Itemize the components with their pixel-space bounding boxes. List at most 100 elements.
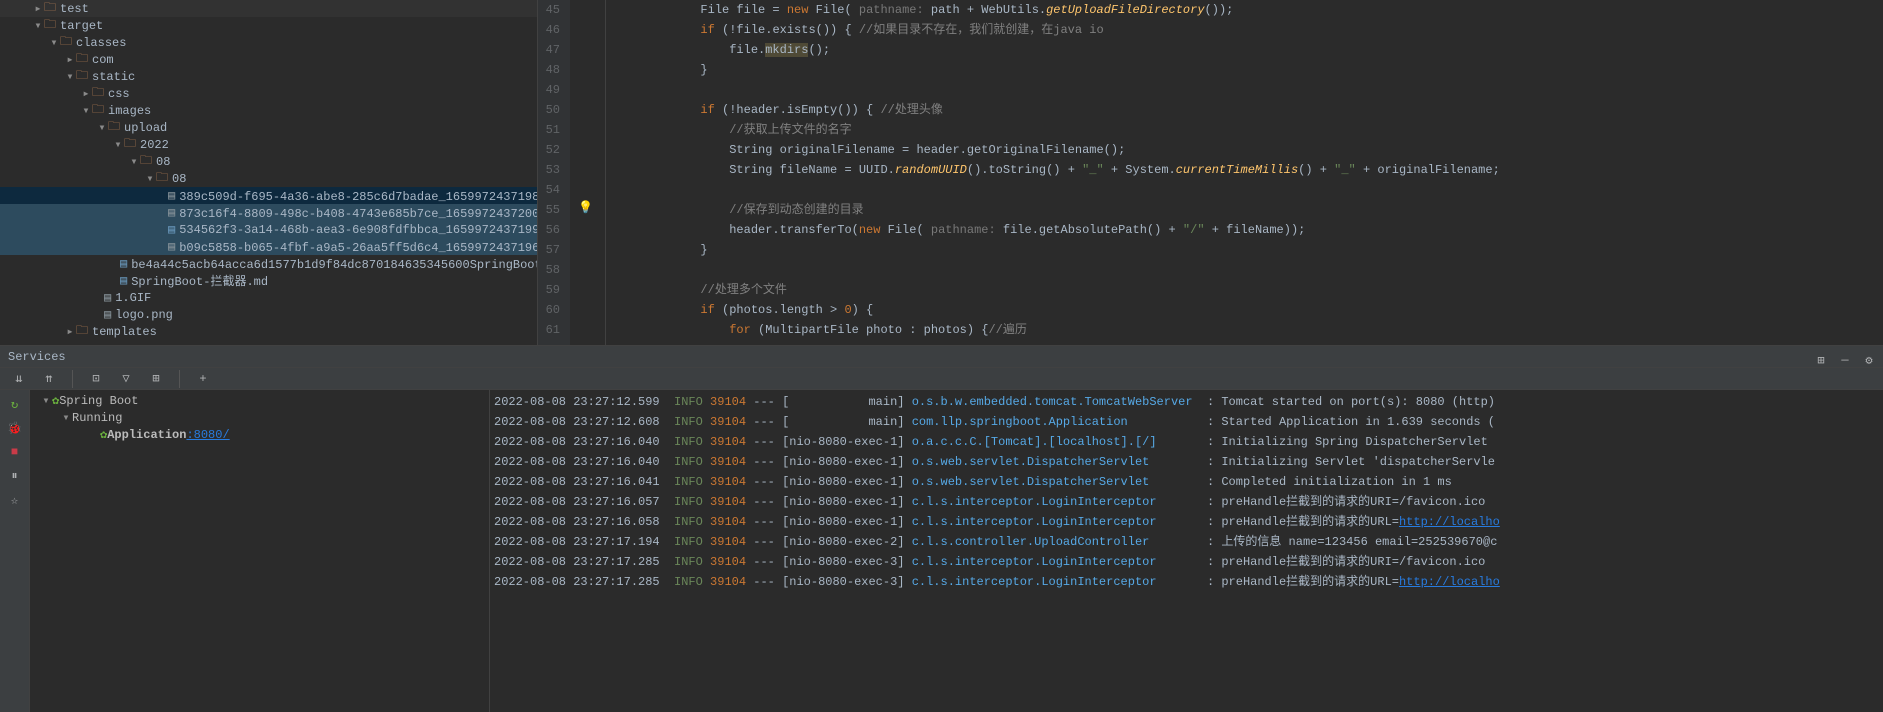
tree-label: b09c5858-b065-4fbf-a9a5-26aa5ff5d6c4_165…	[179, 238, 538, 255]
tree-folder-static[interactable]: 🗀static	[0, 68, 537, 85]
lightbulb-icon[interactable]: 💡	[578, 200, 593, 215]
tree-folder-css[interactable]: 🗀css	[0, 85, 537, 102]
image-icon: ▤	[104, 307, 111, 322]
markdown-icon: ▤	[120, 256, 127, 271]
chevron-down-icon	[128, 154, 140, 169]
chevron-down-icon	[60, 410, 72, 425]
folder-icon: 🗀	[156, 168, 168, 189]
grid-icon[interactable]: ⊞	[145, 368, 167, 390]
chevron-down-icon	[64, 69, 76, 84]
services-tree[interactable]: ✿ Spring Boot Running ✿ Application :808…	[30, 390, 490, 712]
tree-label: logo.png	[115, 308, 173, 322]
tree-label: SpringBoot-拦截器.md	[131, 272, 268, 289]
folder-icon: 🗀	[92, 100, 104, 121]
tree-label: com	[92, 53, 114, 67]
services-header: Services ⊞ — ⚙	[0, 346, 1883, 368]
chevron-down-icon	[40, 393, 52, 408]
file-icon: ▤	[168, 239, 175, 254]
tree-folder-images[interactable]: 🗀 images	[0, 102, 537, 119]
chevron-right-icon	[32, 1, 44, 16]
collapse-all-icon[interactable]: ⇈	[38, 368, 60, 390]
rerun-icon[interactable]: ↻	[5, 394, 25, 414]
group-icon[interactable]: ⊡	[85, 368, 107, 390]
hide-icon[interactable]: —	[1835, 350, 1855, 370]
favorite-icon[interactable]: ☆	[5, 490, 25, 510]
tree-label: templates	[92, 325, 157, 339]
tree-label: classes	[76, 36, 126, 50]
tree-folder-templates[interactable]: 🗀 templates	[0, 323, 537, 340]
tree-label: target	[60, 19, 103, 33]
tree-folder-08-day[interactable]: 🗀 08	[0, 170, 537, 187]
stop-icon[interactable]: ■	[5, 442, 25, 462]
fold-column[interactable]: 💡	[570, 0, 606, 345]
console-log[interactable]: 2022-08-08 23:27:12.599 INFO 39104 --- […	[490, 390, 1883, 594]
folder-icon: 🗀	[108, 117, 120, 138]
spring-icon: ✿	[52, 393, 59, 408]
code-content[interactable]: File file = new File( pathname: path + W…	[606, 0, 1883, 345]
chevron-right-icon	[64, 52, 76, 67]
chevron-down-icon	[48, 35, 60, 50]
pause-icon[interactable]: ⏸	[5, 466, 25, 486]
line-gutter: 45 46 47 48 49 50 51 52 53 54 55 56 57 5…	[538, 0, 570, 345]
settings-icon[interactable]: ⊞	[1811, 350, 1831, 370]
chevron-right-icon	[64, 324, 76, 339]
console-area: Debugger ▶Console ⊹Endpoints ↷ ↓ ⇓ ↑ ↪ ▦…	[490, 390, 1883, 712]
chevron-down-icon	[80, 103, 92, 118]
tree-file-5[interactable]: ▤ be4a44c5acb64acca6d1577b1d9f84dc8701846…	[0, 255, 537, 272]
services-action-toolbar: ↻ 🐞 ■ ⏸ ☆	[0, 390, 30, 712]
services-title: Services	[8, 350, 66, 364]
tree-label: 534562f3-3a14-468b-aea3-6e908fdfbbca_165…	[179, 223, 538, 237]
tree-label: 08	[156, 155, 170, 169]
folder-icon: 🗀	[140, 151, 152, 172]
project-tree[interactable]: 🗀test 🗀target 🗀classes 🗀com 🗀static 🗀css…	[0, 0, 538, 345]
gear-icon[interactable]: ⚙	[1859, 350, 1879, 370]
spring-icon: ✿	[100, 427, 107, 442]
markdown-icon: ▤	[168, 222, 175, 237]
services-toolbar-row: ⇊ ⇈ ⊡ ▽ ⊞ +	[0, 368, 1883, 390]
chevron-down-icon	[144, 171, 156, 186]
image-icon: ▤	[104, 290, 111, 305]
tree-label: images	[108, 104, 151, 118]
expand-all-icon[interactable]: ⇊	[8, 368, 30, 390]
tree-label: test	[60, 2, 89, 16]
filter-icon[interactable]: ▽	[115, 368, 137, 390]
tree-file-gif[interactable]: ▤ 1.GIF	[0, 289, 537, 306]
tree-label: 2022	[140, 138, 169, 152]
tree-file-6[interactable]: ▤ SpringBoot-拦截器.md	[0, 272, 537, 289]
add-icon[interactable]: +	[192, 368, 214, 390]
tree-file-4[interactable]: ▤ b09c5858-b065-4fbf-a9a5-26aa5ff5d6c4_16…	[0, 238, 537, 255]
service-application[interactable]: ✿ Application :8080/	[30, 426, 489, 443]
folder-icon: 🗀	[76, 66, 88, 87]
code-editor[interactable]: 45 46 47 48 49 50 51 52 53 54 55 56 57 5…	[538, 0, 1883, 345]
tree-file-1[interactable]: ▤ 389c509d-f695-4a36-abe8-285c6d7badae_16…	[0, 187, 537, 204]
tree-label: 389c509d-f695-4a36-abe8-285c6d7badae_165…	[179, 187, 538, 204]
service-spring-boot[interactable]: ✿ Spring Boot	[30, 392, 489, 409]
tree-folder-08[interactable]: 🗀 08	[0, 153, 537, 170]
file-icon: ▤	[168, 205, 175, 220]
tree-label: be4a44c5acb64acca6d1577b1d9f84dc87018463…	[131, 255, 538, 272]
tree-folder-test[interactable]: 🗀test	[0, 0, 537, 17]
chevron-down-icon	[112, 137, 124, 152]
file-icon: ▤	[168, 188, 175, 203]
chevron-right-icon	[80, 86, 92, 101]
debug-icon[interactable]: 🐞	[5, 418, 25, 438]
folder-icon: 🗀	[76, 321, 88, 342]
folder-icon: 🗀	[60, 32, 72, 53]
tree-file-3[interactable]: ▤ 534562f3-3a14-468b-aea3-6e908fdfbbca_16…	[0, 221, 537, 238]
tree-label: 1.GIF	[115, 291, 151, 305]
app-port-link[interactable]: :8080/	[186, 428, 229, 442]
tree-folder-2022[interactable]: 🗀2022	[0, 136, 537, 153]
tree-folder-target[interactable]: 🗀 target	[0, 17, 537, 34]
services-panel: Services ⊞ — ⚙ ⇊ ⇈ ⊡ ▽ ⊞ + ↻ 🐞 ■ ⏸ ☆ ✿ S…	[0, 345, 1883, 712]
markdown-icon: ▤	[120, 273, 127, 288]
tree-label: 08	[172, 172, 186, 186]
tree-label: upload	[124, 121, 167, 135]
tree-label: css	[108, 87, 130, 101]
tree-file-2[interactable]: ▤ 873c16f4-8809-498c-b408-4743e685b7ce_16…	[0, 204, 537, 221]
chevron-down-icon	[96, 120, 108, 135]
chevron-down-icon	[32, 18, 44, 33]
service-running[interactable]: Running	[30, 409, 489, 426]
tree-folder-upload[interactable]: 🗀 upload	[0, 119, 537, 136]
tree-label: 873c16f4-8809-498c-b408-4743e685b7ce_165…	[179, 204, 538, 221]
folder-icon: 🗀	[44, 15, 56, 36]
